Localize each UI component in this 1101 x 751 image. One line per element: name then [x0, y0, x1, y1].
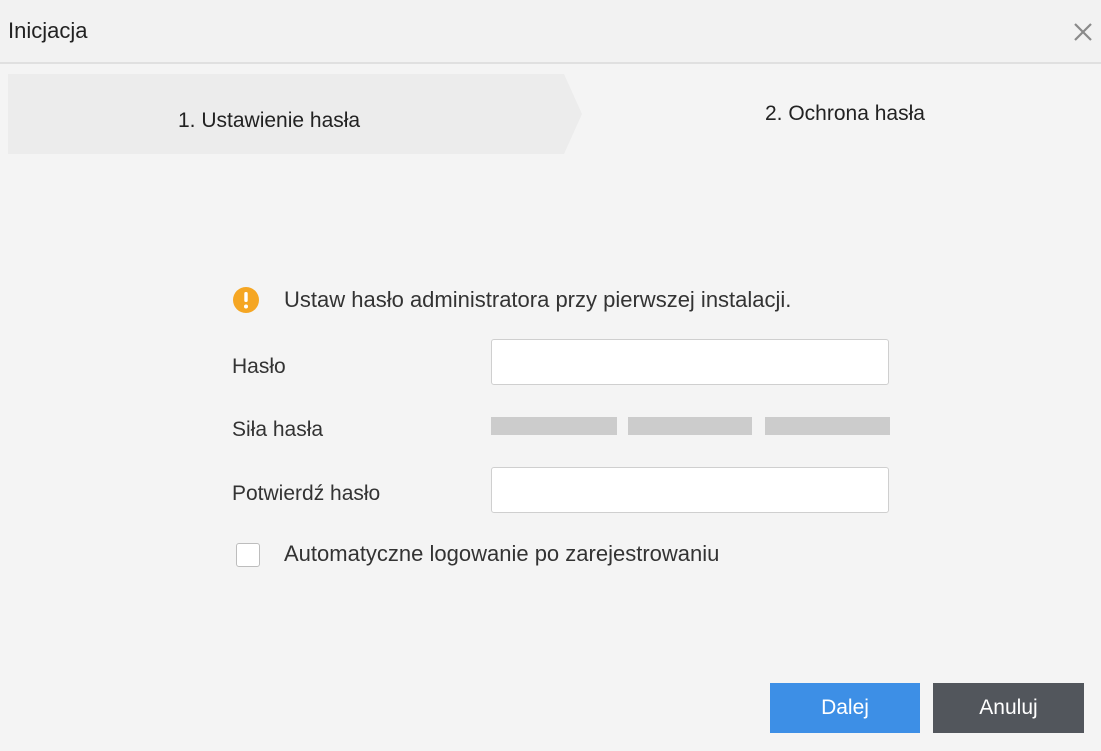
password-strength-label: Siła hasła [232, 418, 324, 441]
cancel-button[interactable]: Anuluj [933, 683, 1084, 733]
close-icon[interactable] [1071, 20, 1095, 44]
strength-bar-strong [765, 417, 890, 435]
confirm-password-label: Potwierdź hasło [232, 482, 381, 505]
strength-bar-medium [628, 417, 752, 435]
next-button[interactable]: Dalej [770, 683, 920, 733]
wizard-steps: 1. Ustawienie hasła 2. Ochrona hasła [0, 64, 1101, 154]
step-2-label: 2. Ochrona hasła [765, 102, 925, 125]
confirm-password-input[interactable] [491, 467, 889, 513]
strength-bar-weak [491, 417, 617, 435]
warning-text: Ustaw hasło administratora przy pierwsze… [284, 287, 792, 312]
initialization-dialog: Inicjacja 1. Ustawienie hasła 2. Ochrona… [0, 0, 1101, 751]
dialog-titlebar: Inicjacja [0, 0, 1101, 64]
password-label: Hasło [232, 355, 286, 378]
password-input[interactable] [491, 339, 889, 385]
step-1-label: 1. Ustawienie hasła [178, 109, 361, 132]
dialog-title: Inicjacja [8, 18, 88, 43]
warning-icon [232, 286, 260, 314]
auto-login-checkbox[interactable] [236, 543, 260, 567]
auto-login-label[interactable]: Automatyczne logowanie po zarejestrowani… [284, 541, 719, 567]
